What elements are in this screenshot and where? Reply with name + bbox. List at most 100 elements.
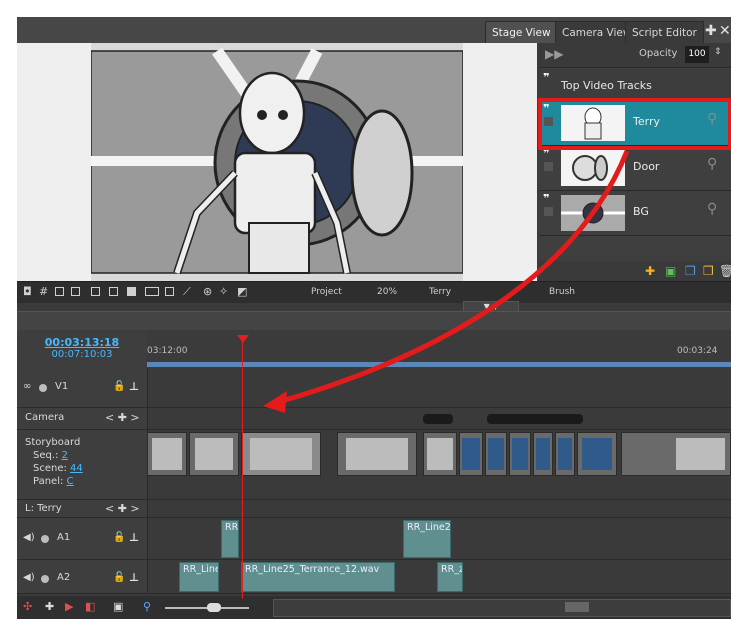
timecode-overlay-icon[interactable] <box>145 287 159 296</box>
track-enable-toggle[interactable] <box>41 535 49 543</box>
camera-keyframe[interactable] <box>487 414 583 424</box>
storyboard-panel[interactable] <box>621 432 731 476</box>
lock-icon[interactable]: ⚲ <box>707 111 717 127</box>
storyboard-panel[interactable] <box>423 432 457 476</box>
add-view-icon[interactable]: ✚ <box>705 21 717 41</box>
storyboard-panel[interactable] <box>337 432 417 476</box>
onion-skin-icon[interactable]: ⊛ <box>203 285 212 298</box>
panel-link[interactable]: C <box>67 476 74 487</box>
import-layer-icon[interactable]: ❒ <box>703 264 714 278</box>
lock-icon[interactable]: ⚲ <box>707 156 717 172</box>
safe-area-2-icon[interactable] <box>71 287 80 296</box>
frame-2-icon[interactable] <box>109 287 118 296</box>
playhead-line[interactable] <box>242 337 243 599</box>
frame-filled-icon[interactable] <box>127 287 136 296</box>
speaker-icon[interactable]: ◀) <box>23 572 35 583</box>
duplicate-layer-icon[interactable]: ❐ <box>685 264 696 278</box>
seq-link[interactable]: 2 <box>62 450 68 461</box>
scene-link[interactable]: 44 <box>70 463 83 474</box>
track-enable-toggle[interactable] <box>39 384 47 392</box>
storyboard-pro-window: Stage View Camera View Script Editor ✚ ✕ <box>17 17 731 619</box>
expand-panel-icon[interactable]: ▶▶ <box>545 47 563 61</box>
layer-row-door[interactable]: ❞ Door ⚲ <box>539 146 731 191</box>
zoom-selector[interactable]: 20% <box>377 287 397 297</box>
layer-group-top-video-tracks[interactable]: ❞ Top Video Tracks <box>539 69 731 100</box>
safe-area-icon[interactable] <box>55 287 64 296</box>
panel-label: Panel: <box>33 476 64 487</box>
lock-icon[interactable]: 🔓 <box>113 572 125 583</box>
opacity-spinner-icon[interactable]: ⇕ <box>714 47 722 57</box>
grid-icon[interactable]: # <box>39 285 48 298</box>
camera-keyframe[interactable] <box>423 414 453 424</box>
layer-visibility-toggle[interactable] <box>544 207 553 216</box>
current-timecode[interactable]: 00:03:13:18 <box>17 336 147 349</box>
zoom-out-icon[interactable]: ⚲ <box>143 600 151 613</box>
sync-icon[interactable]: ⊥ <box>129 571 139 584</box>
thumbnail-icon[interactable] <box>165 287 174 296</box>
close-view-icon[interactable]: ✕ <box>719 21 731 41</box>
layer-visibility-toggle[interactable] <box>544 162 553 171</box>
audio-clip[interactable]: RR_Line25_Terrance_12.wav <box>241 562 395 592</box>
track-storyboard[interactable]: Storyboard Seq.: 2 Scene: 44 Panel: C <box>17 430 731 500</box>
layer-visibility-toggle[interactable] <box>544 117 553 126</box>
audio-clip[interactable]: RR_Line2 <box>403 520 451 558</box>
opacity-field[interactable]: 100 <box>685 46 709 63</box>
playhead-marker[interactable] <box>237 335 249 343</box>
sync-icon[interactable]: ⊥ <box>129 531 139 544</box>
zoom-slider-handle[interactable] <box>207 603 221 612</box>
track-camera[interactable]: Camera < ✚ > <box>17 408 731 430</box>
add-layer-icon[interactable]: ✚ <box>645 264 655 278</box>
add-track-icon[interactable]: ✚ <box>45 600 54 613</box>
storyboard-panel[interactable] <box>485 432 507 476</box>
camera-frame-icon[interactable]: ◘ <box>23 285 32 298</box>
audio-clip[interactable]: RR_z <box>437 562 463 592</box>
camera-track-nav-icon[interactable]: < ✚ > <box>105 411 140 424</box>
track-enable-toggle[interactable] <box>41 575 49 583</box>
storyboard-panel[interactable] <box>577 432 617 476</box>
record-icon[interactable]: ◧ <box>85 600 95 613</box>
panel-thumbnail <box>512 438 528 470</box>
lock-icon[interactable]: 🔓 <box>113 532 125 543</box>
track-name: A2 <box>57 572 71 583</box>
audio-clip[interactable]: RR_Line <box>179 562 219 592</box>
timeline-scrollbar-thumb[interactable] <box>565 602 589 612</box>
current-tool-label: Brush <box>549 287 575 297</box>
speaker-icon[interactable]: ◀) <box>23 532 35 543</box>
add-audio-track-icon[interactable]: ▶ <box>65 600 73 613</box>
storyboard-panel[interactable] <box>533 432 553 476</box>
storyboard-panel[interactable] <box>509 432 531 476</box>
ripple-icon[interactable]: ✣ <box>23 600 32 613</box>
project-selector[interactable]: Project <box>311 287 342 297</box>
track-a2[interactable]: ◀) A2 🔓 ⊥ RR_Line RR_Line25_Terrance_12.… <box>17 560 731 594</box>
storyboard-panel-selected[interactable] <box>241 432 321 476</box>
audio-clip[interactable]: RR_ <box>221 520 239 558</box>
storyboard-panel[interactable] <box>189 432 239 476</box>
add-vector-layer-icon[interactable]: ▣ <box>665 264 676 278</box>
tab-stage-view[interactable]: Stage View <box>485 21 558 43</box>
tab-script-editor[interactable]: Script Editor <box>625 21 704 43</box>
layer-track-nav-icon[interactable]: < ✚ > <box>105 502 140 515</box>
timeline-scrollbar[interactable] <box>273 599 731 617</box>
storyboard-panel[interactable] <box>147 432 187 476</box>
layer-row-terry[interactable]: ❞ Terry ⚲ <box>539 101 731 146</box>
view-splitter[interactable]: ▼ ▼ <box>17 301 731 313</box>
mark-icon[interactable]: ◩ <box>237 285 247 298</box>
current-layer-selector[interactable]: Terry <box>429 287 451 297</box>
storyboard-panel[interactable] <box>555 432 575 476</box>
panel-menu-icon[interactable]: ▣ <box>113 600 123 613</box>
storyboard-panel[interactable] <box>459 432 483 476</box>
light-table-icon[interactable]: ✧ <box>219 285 228 298</box>
frame-icon[interactable] <box>91 287 100 296</box>
time-ruler[interactable]: 03:12:00 00:03:24 <box>147 330 731 368</box>
track-v1[interactable]: ∞ V1 🔓 ⊥ <box>17 368 731 408</box>
track-a1[interactable]: ◀) A1 🔓 ⊥ RR_ RR_Line2 <box>17 518 731 560</box>
track-header-a2: ◀) A2 🔓 ⊥ <box>17 560 148 593</box>
layer-row-bg[interactable]: ❞ BG ⚲ <box>539 191 731 236</box>
track-layer-terry[interactable]: L: Terry < ✚ > <box>17 500 731 518</box>
lock-icon[interactable]: ⚲ <box>707 201 717 217</box>
sync-icon[interactable]: ⊥ <box>129 380 139 393</box>
stage-view[interactable] <box>17 43 537 281</box>
pencil-icon[interactable]: ⟋ <box>183 285 191 299</box>
lock-icon[interactable]: 🔓 <box>113 381 125 392</box>
delete-layer-icon[interactable]: 🗑 <box>719 264 731 278</box>
